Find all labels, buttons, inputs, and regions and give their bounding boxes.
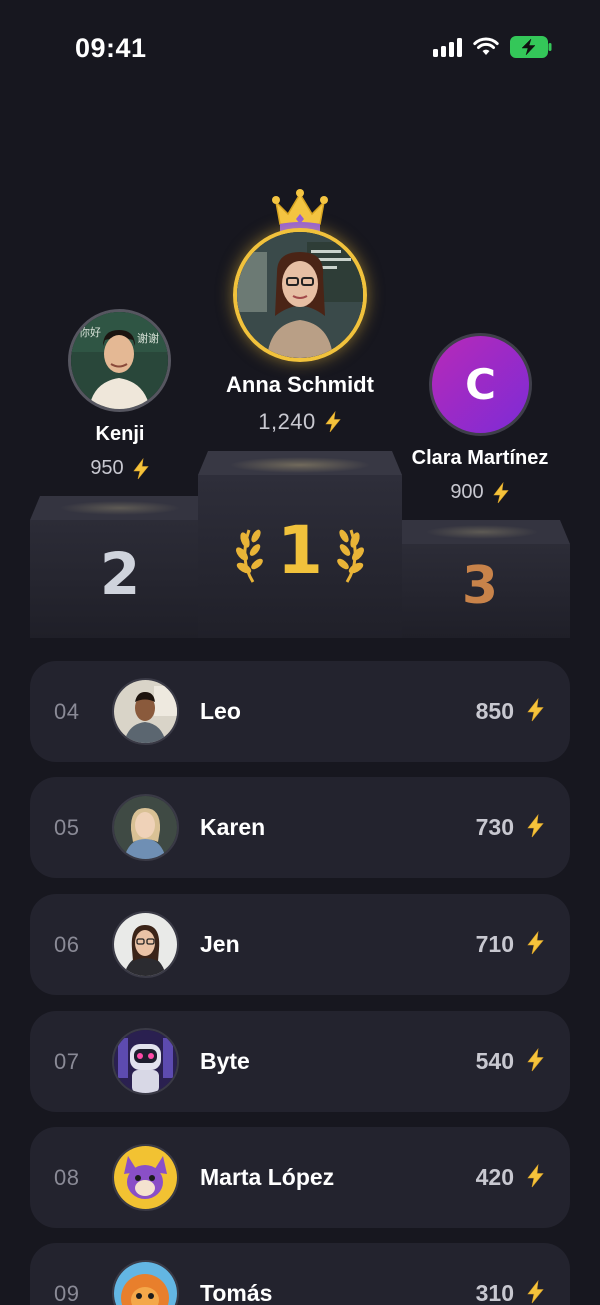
row-rank: 08 xyxy=(54,1165,80,1190)
row-rank: 05 xyxy=(54,815,80,840)
lightning-bolt-icon xyxy=(527,814,544,838)
avatar xyxy=(112,678,179,745)
row-score: 730 xyxy=(475,814,514,840)
row-name: Karen xyxy=(200,814,266,840)
row-rank: 06 xyxy=(54,932,80,957)
row-name: Leo xyxy=(200,698,241,724)
status-bar: 09:41 xyxy=(0,0,600,100)
avatar xyxy=(112,1028,179,1095)
lightning-bolt-icon xyxy=(527,1048,544,1072)
lightning-bolt-icon xyxy=(133,457,149,479)
avatar xyxy=(112,911,179,978)
row-score: 310 xyxy=(475,1280,514,1305)
avatar xyxy=(112,1144,179,1211)
row-name: Tomás xyxy=(200,1280,273,1305)
lightning-bolt-icon xyxy=(527,698,544,722)
status-time: 09:41 xyxy=(75,33,147,63)
cellular-signal-icon xyxy=(433,37,462,57)
leaderboard-row[interactable]: 08 Marta López 420 xyxy=(30,1127,570,1228)
row-score: 420 xyxy=(475,1164,514,1190)
row-score: 710 xyxy=(475,931,514,957)
avatar-second-place[interactable]: 你好 谢谢 xyxy=(68,309,171,412)
second-place-name: Kenji xyxy=(95,423,145,445)
second-place-score: 950 xyxy=(40,457,200,480)
row-name: Jen xyxy=(200,931,240,957)
third-place-score: 900 xyxy=(400,481,560,504)
podium-rank-third: 3 xyxy=(461,556,499,616)
leaderboard-row[interactable]: 07 Byte 540 xyxy=(30,1011,570,1112)
third-place-score-value: 900 xyxy=(450,481,484,503)
lightning-bolt-icon xyxy=(527,1280,544,1304)
second-place-score-value: 950 xyxy=(90,457,124,479)
svg-text:谢谢: 谢谢 xyxy=(137,331,159,345)
podium-rank-second: 2 xyxy=(99,540,141,608)
avatar-third-place[interactable]: C xyxy=(429,333,532,436)
row-rank: 07 xyxy=(54,1049,80,1074)
lightning-bolt-icon xyxy=(493,481,509,503)
leaderboard-row[interactable]: 05 Karen 730 xyxy=(30,777,570,878)
svg-text:你好: 你好 xyxy=(79,325,101,339)
lightning-bolt-icon xyxy=(527,1164,544,1188)
third-place-name: Clara Martínez xyxy=(411,447,549,469)
row-name: Byte xyxy=(200,1048,250,1074)
row-rank: 04 xyxy=(54,699,80,724)
avatar xyxy=(112,794,179,861)
first-place-score: 1,240 xyxy=(200,409,400,435)
third-place-initial: C xyxy=(465,360,496,409)
leaderboard-row[interactable]: 04 Leo 850 xyxy=(30,661,570,762)
avatar xyxy=(112,1260,179,1305)
battery-charging-icon xyxy=(510,36,552,58)
lightning-bolt-icon xyxy=(527,931,544,955)
first-place-name: Anna Schmidt xyxy=(226,372,374,397)
podium-rank-first: 1 xyxy=(277,512,323,589)
row-score: 540 xyxy=(475,1048,514,1074)
wifi-icon xyxy=(473,37,499,55)
avatar-first-place[interactable] xyxy=(233,228,367,362)
first-place-score-value: 1,240 xyxy=(258,409,316,434)
leaderboard-row[interactable]: 06 Jen 710 xyxy=(30,894,570,995)
status-icons xyxy=(433,36,552,58)
leaderboard-screen: 09:41 2 1 3 Anna Schmidt 1,240 你好 谢谢 Ken… xyxy=(0,0,600,1305)
row-rank: 09 xyxy=(54,1281,80,1305)
lightning-bolt-icon xyxy=(325,411,341,433)
row-score: 850 xyxy=(475,698,514,724)
row-name: Marta López xyxy=(200,1164,335,1190)
leaderboard-row[interactable]: 09 Tomás 310 xyxy=(30,1243,570,1305)
